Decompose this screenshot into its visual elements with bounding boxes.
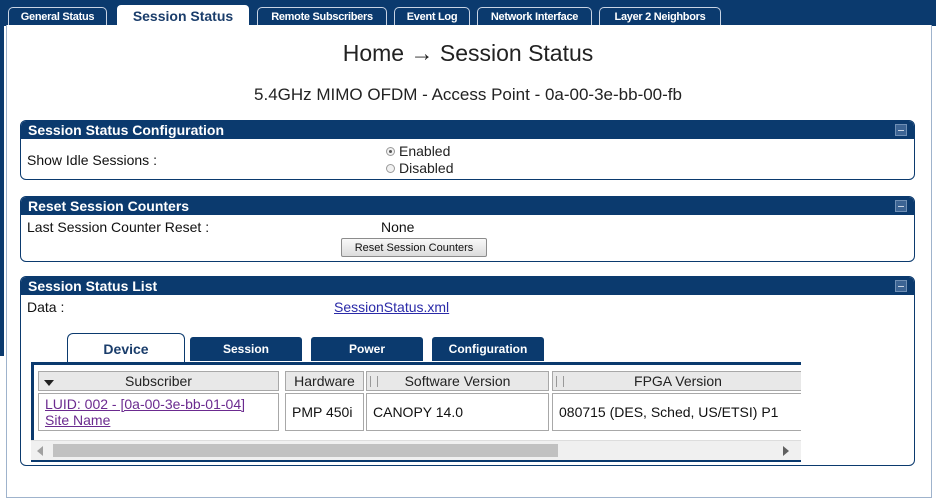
column-header-fpga[interactable]: FPGA Version (552, 371, 801, 391)
collapse-icon[interactable] (895, 200, 907, 212)
tab-remote-subscribers[interactable]: Remote Subscribers (257, 7, 387, 26)
horizontal-scrollbar[interactable] (31, 440, 801, 460)
radio-disabled-label: Disabled (399, 160, 454, 176)
left-edge-bar (0, 26, 4, 356)
last-reset-label: Last Session Counter Reset : (27, 219, 210, 235)
subscriber-luid-link[interactable]: LUID: 002 - [0a-00-3e-bb-01-04] (45, 396, 245, 412)
column-label-fpga: FPGA Version (634, 373, 722, 389)
tab-layer2-neighbors[interactable]: Layer 2 Neighbors (599, 7, 721, 26)
column-header-software[interactable]: Software Version (366, 371, 549, 391)
column-label-subscriber: Subscriber (125, 373, 192, 389)
tab-general-status[interactable]: General Status (8, 7, 107, 26)
reset-counters-header: Reset Session Counters (21, 197, 914, 215)
sort-desc-icon[interactable] (44, 380, 54, 386)
data-label: Data : (27, 299, 65, 315)
tab-session-status[interactable]: Session Status (116, 4, 250, 27)
subtab-power[interactable]: Power (311, 337, 423, 361)
scroll-thumb[interactable] (53, 444, 558, 457)
reset-counters-title: Reset Session Counters (28, 198, 190, 214)
column-header-subscriber[interactable]: Subscriber (38, 371, 279, 391)
table-row-hardware-cell: PMP 450i (285, 393, 364, 431)
software-value: CANOPY 14.0 (373, 404, 464, 420)
hardware-value: PMP 450i (292, 404, 353, 420)
column-label-hardware: Hardware (294, 373, 355, 389)
tab-network-interface[interactable]: Network Interface (477, 7, 592, 26)
subscriber-site-link[interactable]: Site Name (45, 412, 110, 428)
session-config-title: Session Status Configuration (28, 122, 225, 138)
reset-session-counters-button[interactable]: Reset Session Counters (341, 238, 487, 257)
scroll-left-icon[interactable] (37, 446, 43, 456)
column-label-software: Software Version (404, 373, 511, 389)
table-row-fpga-cell: 080715 (DES, Sched, US/ETSI) P1 (552, 393, 801, 431)
session-list-title: Session Status List (28, 278, 158, 294)
radio-disabled-row[interactable]: Disabled (386, 160, 453, 176)
column-header-hardware[interactable]: Hardware (285, 371, 364, 391)
subtab-session[interactable]: Session (190, 337, 302, 361)
tab-event-log[interactable]: Event Log (394, 7, 470, 26)
column-grip-icon (556, 376, 564, 387)
table-row-subscriber-cell: LUID: 002 - [0a-00-3e-bb-01-04] Site Nam… (38, 393, 279, 431)
session-list-header: Session Status List (21, 277, 914, 295)
fpga-value: 080715 (DES, Sched, US/ETSI) P1 (559, 404, 779, 420)
radio-enabled[interactable] (386, 146, 395, 156)
subtab-configuration[interactable]: Configuration (432, 337, 544, 361)
scroll-right-icon[interactable] (783, 446, 789, 456)
collapse-icon[interactable] (895, 124, 907, 136)
collapse-icon[interactable] (895, 280, 907, 292)
device-title: 5.4GHz MIMO OFDM - Access Point - 0a-00-… (254, 85, 682, 104)
reset-counters-panel: Reset Session Counters Last Session Coun… (20, 196, 915, 262)
column-grip-icon (370, 376, 378, 387)
radio-enabled-row[interactable]: Enabled (386, 143, 450, 159)
page-title: Home → Session Status (342, 40, 594, 66)
show-idle-label: Show Idle Sessions : (27, 152, 157, 168)
radio-enabled-label: Enabled (399, 143, 451, 159)
radio-disabled[interactable] (386, 163, 395, 173)
table-row-software-cell: CANOPY 14.0 (366, 393, 549, 431)
session-status-xml-link[interactable]: SessionStatus.xml (334, 299, 449, 315)
subtab-device[interactable]: Device (67, 333, 185, 363)
session-config-header: Session Status Configuration (21, 121, 914, 139)
last-reset-value: None (381, 219, 415, 235)
session-config-panel: Session Status Configuration Show Idle S… (20, 120, 915, 180)
